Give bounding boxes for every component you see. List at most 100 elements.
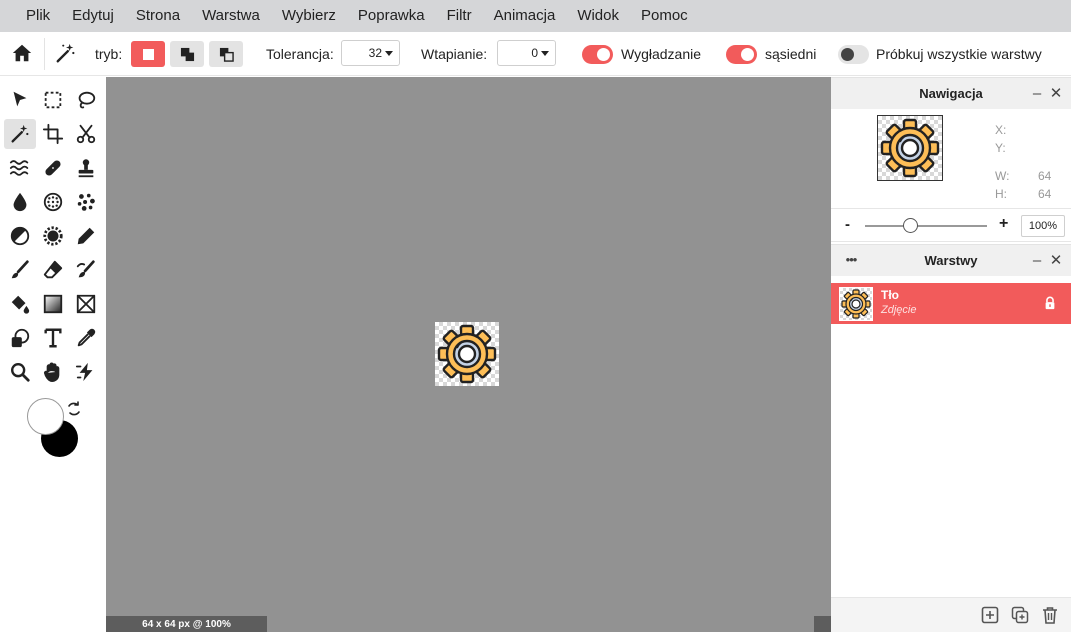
- menu-animation[interactable]: Animacja: [483, 0, 567, 32]
- navigation-panel-header: Nawigacja – ✕: [831, 77, 1071, 109]
- dodge-burn-icon: [10, 226, 30, 246]
- scissors-icon: [76, 124, 96, 144]
- eyedropper-tool[interactable]: [70, 323, 102, 353]
- x-label: X:: [995, 123, 1007, 137]
- swap-colors-icon[interactable]: [66, 401, 82, 417]
- sharpen-gear-tool[interactable]: [37, 221, 69, 251]
- primary-color-swatch[interactable]: [27, 398, 64, 435]
- select-arrow-icon: [13, 91, 27, 107]
- image-canvas[interactable]: [435, 322, 499, 386]
- sample-all-label: Próbkuj wszystkie warstwy: [876, 46, 1042, 62]
- scissors-tool[interactable]: [70, 119, 102, 149]
- sample-all-toggle[interactable]: [838, 45, 869, 64]
- menu-filter[interactable]: Filtr: [436, 0, 483, 32]
- chevron-down-icon: [541, 50, 549, 56]
- zoom-bar: - + 100%: [831, 208, 1071, 242]
- canvas-area[interactable]: 64 x 64 px @ 100%: [106, 77, 831, 632]
- gear-icon: [437, 324, 497, 384]
- zoom-slider-track[interactable]: [865, 225, 987, 227]
- layer-item[interactable]: Tło Zdjęcie: [831, 283, 1071, 324]
- gradient-tool[interactable]: [37, 289, 69, 319]
- zoom-in-button[interactable]: +: [999, 215, 1008, 233]
- trash-icon[interactable]: [1041, 606, 1059, 624]
- menu-help[interactable]: Pomoc: [630, 0, 699, 32]
- gear-icon: [880, 118, 940, 178]
- liquify-tool[interactable]: [4, 153, 36, 183]
- zoom-input[interactable]: 100%: [1021, 215, 1065, 237]
- crop-tool[interactable]: [37, 119, 69, 149]
- gradient-icon: [43, 294, 63, 314]
- layers-footer: [831, 597, 1071, 632]
- close-icon[interactable]: ✕: [1047, 84, 1065, 102]
- select-arrow-tool[interactable]: [4, 85, 36, 115]
- hand-tool[interactable]: [37, 357, 69, 387]
- navigation-thumbnail[interactable]: [877, 115, 943, 181]
- home-icon[interactable]: [11, 42, 33, 64]
- menu-select[interactable]: Wybierz: [271, 0, 347, 32]
- text-tool[interactable]: [37, 323, 69, 353]
- spot-pattern-tool[interactable]: [70, 187, 102, 217]
- magic-wand-icon: [55, 42, 77, 64]
- duplicate-layer-icon[interactable]: [1011, 606, 1029, 624]
- mode-label: tryb:: [95, 46, 123, 62]
- lock-icon[interactable]: [1043, 296, 1057, 310]
- mode-subtract-selection-button[interactable]: [209, 41, 243, 67]
- healing-bandage-tool[interactable]: [37, 153, 69, 183]
- zoom-tool[interactable]: [4, 357, 36, 387]
- zoom-slider-handle[interactable]: [903, 218, 918, 233]
- w-label: W:: [995, 169, 1010, 183]
- status-bar: 64 x 64 px @ 100%: [106, 616, 267, 632]
- menu-view[interactable]: Widok: [566, 0, 630, 32]
- menu-adjust[interactable]: Poprawka: [347, 0, 436, 32]
- menu-file[interactable]: Plik: [15, 0, 61, 32]
- mode-add-selection-button[interactable]: [170, 41, 204, 67]
- zoom-icon: [11, 363, 30, 382]
- divider: [44, 38, 45, 70]
- gear-icon: [841, 289, 871, 319]
- layers-panel-header: ••• Warstwy – ✕: [831, 244, 1071, 276]
- brush-tool[interactable]: [4, 255, 36, 285]
- contiguous-toggle[interactable]: [726, 45, 757, 64]
- feather-select[interactable]: 0: [497, 40, 556, 66]
- menu-layer[interactable]: Warstwa: [191, 0, 271, 32]
- mode-new-selection-button[interactable]: [131, 41, 165, 67]
- magic-wand-tool[interactable]: [4, 119, 36, 149]
- brush-icon: [11, 260, 29, 279]
- blur-drop-tool[interactable]: [4, 187, 36, 217]
- close-icon[interactable]: ✕: [1047, 251, 1065, 269]
- tolerance-select[interactable]: 32: [341, 40, 400, 66]
- antialias-toggle[interactable]: [582, 45, 613, 64]
- tolerance-value: 32: [368, 46, 382, 60]
- marquee-select-tool[interactable]: [37, 85, 69, 115]
- sponge-icon: [43, 192, 63, 212]
- h-label: H:: [995, 187, 1007, 201]
- lasso-tool[interactable]: [70, 85, 102, 115]
- contiguous-label: sąsiedni: [765, 46, 817, 62]
- eraser-tool[interactable]: [37, 255, 69, 285]
- clone-stamp-icon: [78, 159, 94, 178]
- add-selection-icon: [180, 47, 194, 61]
- shape-tool[interactable]: [4, 323, 36, 353]
- zoom-out-button[interactable]: -: [845, 216, 850, 233]
- quick-action-icon: [75, 362, 93, 382]
- feather-label: Wtapianie:: [421, 46, 488, 62]
- clone-stamp-tool[interactable]: [70, 153, 102, 183]
- layer-thumbnail: [839, 287, 873, 321]
- add-layer-icon[interactable]: [981, 606, 999, 624]
- pencil-tool[interactable]: [70, 221, 102, 251]
- smudge-brush-tool[interactable]: [70, 255, 102, 285]
- quick-action-tool[interactable]: [70, 357, 102, 387]
- minimize-icon[interactable]: –: [1028, 251, 1046, 269]
- spot-pattern-icon: [77, 193, 95, 211]
- paint-bucket-tool[interactable]: [4, 289, 36, 319]
- right-panels: Nawigacja – ✕ X: Y: W: 64 H: 64 - + 100%…: [831, 77, 1071, 632]
- lasso-icon: [78, 91, 96, 109]
- menu-bar: Plik Edytuj Strona Warstwa Wybierz Popra…: [0, 0, 1071, 32]
- h-value: 64: [1038, 187, 1052, 201]
- menu-page[interactable]: Strona: [125, 0, 191, 32]
- dodge-burn-tool[interactable]: [4, 221, 36, 251]
- sponge-tool[interactable]: [37, 187, 69, 217]
- menu-edit[interactable]: Edytuj: [61, 0, 125, 32]
- minimize-icon[interactable]: –: [1028, 84, 1046, 102]
- frame-tool[interactable]: [70, 289, 102, 319]
